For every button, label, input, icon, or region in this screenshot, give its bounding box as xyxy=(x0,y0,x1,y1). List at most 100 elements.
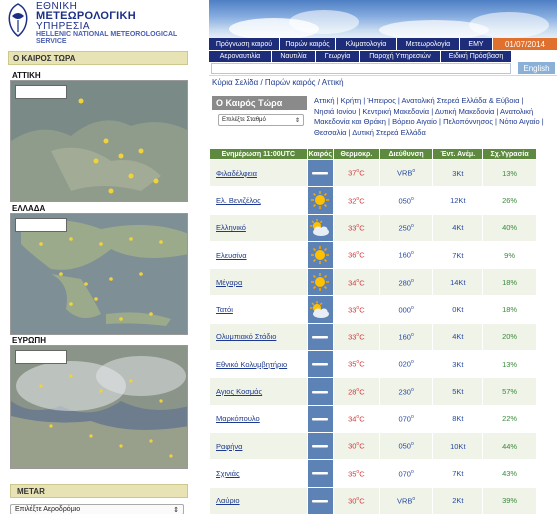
clear-icon xyxy=(308,170,333,176)
direction-cell: 280o xyxy=(378,268,434,297)
table-row: Ολυμπιακό Στάδιο 33oC 160o 4Kt 20% xyxy=(209,322,537,352)
main-nav: Πρόγνωση καιρού Παρών καιρός Κλιματολογί… xyxy=(209,38,557,50)
nav-forecast[interactable]: Πρόγνωση καιρού xyxy=(209,38,279,50)
region-label-greece: ΕΛΛΑΔΑ xyxy=(12,204,46,213)
nav-services[interactable]: Παροχή Υπηρεσιών xyxy=(360,51,440,62)
station-link[interactable]: Ελευσίνα xyxy=(209,240,308,270)
table-row: Εθνικό Κολυμβητήριο 35oC 020o 3Kt 13% xyxy=(209,350,537,379)
breadcrumb[interactable]: Κύρια Σελίδα / Παρών καιρός / Αττική xyxy=(212,78,344,87)
wind-speed-cell: 5Kt xyxy=(432,377,484,406)
degree-symbol: o xyxy=(410,414,414,421)
weather-icon-cell xyxy=(306,213,334,242)
partly-cloudy-icon xyxy=(308,300,333,320)
sun-icon xyxy=(308,190,333,210)
temperature-cell: 32oC xyxy=(332,186,380,215)
wind-speed-cell: 4Kt xyxy=(432,322,484,352)
table-row: Μαρκόπουλο 34oC 070o 8Kt 22% xyxy=(209,404,537,433)
map-greece[interactable] xyxy=(10,213,188,335)
celsius-unit: C xyxy=(359,387,365,397)
region-label-attica: ΑΤΤΙΚΗ xyxy=(12,71,41,80)
direction-value: 050 xyxy=(398,441,411,451)
celsius-unit: C xyxy=(359,223,365,233)
nav-current-weather[interactable]: Παρών καιρός xyxy=(280,38,335,50)
region-links[interactable]: Αττική | Κρήτη | Ήπειρος | Ανατολική Στε… xyxy=(314,96,544,138)
degree-symbol: o xyxy=(410,441,414,448)
humidity-cell: 13% xyxy=(482,158,537,188)
temperature-cell: 33oC xyxy=(332,295,380,324)
degree-symbol: o xyxy=(410,359,414,366)
nav-emy[interactable]: ΕΜΥ xyxy=(460,38,492,50)
wind-speed-cell: 8Kt xyxy=(432,404,484,433)
nav-shipping[interactable]: Ναυτιλία xyxy=(272,51,315,62)
direction-cell: 050o xyxy=(378,186,434,215)
station-link[interactable]: Μαρκόπουλο xyxy=(209,404,308,433)
weather-icon-cell xyxy=(306,431,334,461)
station-link[interactable]: Τατόι xyxy=(209,295,308,324)
table-row: Ελληνικό 33oC 250o 4Kt 40% xyxy=(209,213,537,242)
wind-speed-cell: 0Kt xyxy=(432,295,484,324)
table-row: Φιλαδέλφεια 37oC VRBo 3Kt 13% xyxy=(209,158,537,188)
weather-table: Ενημέρωση 11:00UTC Καιρός Θερμοκρ. Διεύθ… xyxy=(209,148,537,514)
direction-value: 160 xyxy=(398,250,411,260)
english-button[interactable]: English xyxy=(518,62,555,74)
map-attica[interactable] xyxy=(10,80,188,202)
site-logo[interactable]: ΕΘΝΙΚΗ ΜΕΤΕΩΡΟΛΟΓΙΚΗ ΥΠΗΡΕΣΙΑ HELLENIC N… xyxy=(0,0,209,45)
temperature-cell: 35oC xyxy=(332,459,380,488)
station-link[interactable]: Φιλαδέλφεια xyxy=(209,158,308,188)
nav-meteorology[interactable]: Μετεωρολογία xyxy=(397,38,459,50)
search-input[interactable] xyxy=(211,63,511,74)
region-label-europe: ΕΥΡΩΠΗ xyxy=(12,336,46,345)
weather-icon-cell xyxy=(306,322,334,352)
temperature-cell: 34oC xyxy=(332,404,380,433)
temperature-cell: 33oC xyxy=(332,322,380,352)
temperature-cell: 30oC xyxy=(332,431,380,461)
col-temp: Θερμοκρ. xyxy=(332,148,380,160)
table-row: Λαύριο 30oC VRBo 2Kt 39% xyxy=(209,486,537,514)
weather-icon-cell xyxy=(306,404,334,433)
table-row: Ελευσίνα 36oC 160o 7Kt 9% xyxy=(209,240,537,270)
europe-map-image xyxy=(11,346,187,468)
left-sidebar: Ο ΚΑΙΡΟΣ ΤΩΡΑ ΑΤΤΙΚΗ ΕΛΛΑΔΑ ΕΥΡΩΠΗ METAR… xyxy=(0,44,196,514)
metar-airport-select[interactable]: Επιλέξτε Αεροδρόμιο ⇕ xyxy=(10,504,184,514)
station-link[interactable]: Αγιος Κοσμάς xyxy=(209,377,308,406)
table-row: Ελ. Βενιζέλος 32oC 050o 12Kt 26% xyxy=(209,186,537,215)
station-link[interactable]: Μέγαρα xyxy=(209,268,308,297)
station-link[interactable]: Σχινιάς xyxy=(209,459,308,488)
station-link[interactable]: Ελ. Βενιζέλος xyxy=(209,186,308,215)
table-row: Μέγαρα 34oC 280o 14Kt 18% xyxy=(209,268,537,297)
map-legend xyxy=(15,350,67,364)
nav-agriculture[interactable]: Γεωργία xyxy=(316,51,359,62)
station-link[interactable]: Λαύριο xyxy=(209,486,308,514)
map-europe[interactable] xyxy=(10,345,188,469)
station-link[interactable]: Ελληνικό xyxy=(209,213,308,242)
page-root: ΕΘΝΙΚΗ ΜΕΤΕΩΡΟΛΟΓΙΚΗ ΥΠΗΡΕΣΙΑ HELLENIC N… xyxy=(0,0,557,514)
humidity-cell: 39% xyxy=(482,486,537,514)
current-date: 01/07/2014 xyxy=(493,38,557,50)
celsius-unit: C xyxy=(359,250,365,260)
station-select[interactable]: Επιλέξτε Σταθμό ⇕ xyxy=(218,114,304,126)
degree-symbol: o xyxy=(410,222,414,229)
nav-aeronautics[interactable]: Αεροναυτιλία xyxy=(209,51,271,62)
celsius-unit: C xyxy=(359,359,365,369)
celsius-unit: C xyxy=(359,196,365,206)
humidity-cell: 40% xyxy=(482,213,537,242)
degree-symbol: o xyxy=(412,168,416,175)
degree-symbol: o xyxy=(410,277,414,284)
weather-icon-cell xyxy=(306,486,334,514)
wind-speed-cell: 7Kt xyxy=(432,240,484,270)
temperature-cell: 30oC xyxy=(332,486,380,514)
weather-icon-cell xyxy=(306,240,334,270)
station-link[interactable]: Ραφήνα xyxy=(209,431,308,461)
direction-cell: 070o xyxy=(378,459,434,488)
nav-special-access[interactable]: Ειδική Πρόσβαση xyxy=(441,51,511,62)
col-humidity: Σχ.Υγρασία xyxy=(482,148,537,160)
direction-cell: 000o xyxy=(378,295,434,324)
humidity-cell: 18% xyxy=(482,268,537,297)
nav-climatology[interactable]: Κλιματολογία xyxy=(336,38,396,50)
humidity-cell: 26% xyxy=(482,186,537,215)
station-link[interactable]: Εθνικό Κολυμβητήριο xyxy=(209,350,308,379)
direction-value: VRB xyxy=(396,168,413,178)
table-row: Αγιος Κοσμάς 28oC 230o 5Kt 57% xyxy=(209,377,537,406)
station-link[interactable]: Ολυμπιακό Στάδιο xyxy=(209,322,308,352)
humidity-cell: 9% xyxy=(482,240,537,270)
